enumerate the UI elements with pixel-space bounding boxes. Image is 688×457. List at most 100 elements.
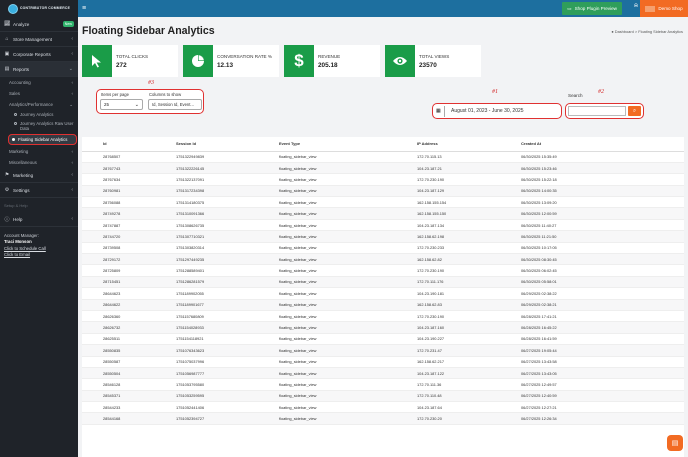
columns-to-show-label: Columns to show (149, 92, 182, 97)
table-cell: 172.70.230.190 (396, 173, 500, 186)
table-cell: 28739508 (82, 242, 155, 255)
column-header-session-id[interactable]: Session Id (155, 137, 258, 152)
breadcrumb[interactable]: ● Dashboard > Floating Sidebar Analytics (611, 29, 683, 34)
megaphone-icon: ⚑ (4, 172, 10, 178)
hamburger-menu-icon[interactable]: ≡ (82, 5, 94, 12)
sidebar-item-journey-analytics[interactable]: Journey Analytics (0, 110, 78, 119)
table-cell: 1751076343623 (155, 344, 258, 357)
column-header-created-at[interactable]: Created At (500, 137, 684, 152)
column-header-id[interactable]: Id (82, 137, 155, 152)
chat-widget-button[interactable]: ▤ (667, 435, 683, 451)
sidebar-sub-miscellaneous[interactable]: Miscellaneous ‹ (0, 157, 78, 168)
chevron-left-icon: ‹ (71, 187, 73, 193)
sidebar-sub-label: Journey Analytics Raw User Data (20, 121, 74, 131)
table-cell: 1751310091366 (155, 207, 258, 220)
search-input[interactable] (568, 106, 626, 116)
table-cell: floating_sidebar_view (258, 196, 396, 209)
table-cell: 06/29/2025 02:38:22 (500, 287, 684, 300)
table-cell: 1751303820314 (155, 242, 258, 255)
stat-conversation-rate: CONVERSATION RATE % 12.13 (183, 45, 279, 77)
new-badge: New (62, 21, 74, 27)
table-cell: 28550835 (82, 344, 155, 357)
table-row: 28550835 1751076343623 floating_sidebar_vi… (82, 344, 684, 357)
table-cell: floating_sidebar_view (258, 356, 396, 368)
table-cell: 06/28/2025 17:41:21 (500, 310, 684, 323)
table-cell: 1751288589401 (155, 264, 258, 277)
table-cell: 172.70.230.20 (396, 412, 500, 425)
sidebar-sub-analytics-performance[interactable]: Analytics/Performance ⌄ (0, 99, 78, 110)
search-button[interactable]: ⌕ (628, 106, 641, 116)
main-content: Floating Sidebar Analytics ● Dashboard >… (78, 17, 688, 457)
sidebar-sub-label: Sales (9, 91, 20, 96)
table-options-box: Items per page Columns to show 25 ⌄ Id, … (96, 89, 204, 114)
table-cell: floating_sidebar_view (258, 390, 396, 403)
columns-to-show-value: Id, Session Id, Event... (152, 102, 194, 107)
shop-plugin-preview-button[interactable]: ▭ Shop Plugin Preview (562, 2, 622, 15)
table-cell: 06/29/2025 02:38:21 (500, 299, 684, 311)
table-cell: 06/27/2025 12:26:34 (500, 412, 684, 425)
table-cell: 172.70.111.176 (396, 276, 500, 289)
date-range-value: August 01, 2023 - June 30, 2025 (451, 108, 524, 114)
table-row: 28550504 1751056987777 floating_sidebar_vi… (82, 367, 684, 380)
column-header-ip-address[interactable]: IP Address (396, 137, 500, 152)
table-cell: 06/30/2025 06:02:45 (500, 264, 684, 277)
sidebar-sub-label: Analytics/Performance (9, 102, 53, 107)
bell-icon[interactable]: ⍾ (634, 3, 638, 10)
table-cell: floating_sidebar_view (258, 207, 396, 220)
stat-label: REVENUE (318, 53, 341, 59)
sidebar-item-help[interactable]: ⓘ Help ‹ (0, 212, 78, 227)
table-cell: floating_sidebar_view (258, 162, 396, 175)
monitor-icon: ▭ (567, 5, 572, 11)
column-header-event-type[interactable]: Event Type (258, 137, 396, 152)
sidebar-sub-accounting[interactable]: Accounting ‹ (0, 77, 78, 88)
shop-plugin-preview-label: Shop Plugin Preview (574, 6, 617, 11)
table-cell: floating_sidebar_view (258, 310, 396, 323)
sidebar-sub-label: Floating Sidebar Analytics (18, 137, 68, 142)
table-cell: 06/30/2025 11:40:27 (500, 219, 684, 232)
sidebar-item-corporate-reports[interactable]: ▣ Corporate Reports ‹ (0, 47, 78, 62)
items-per-page-value: 25 (104, 102, 109, 107)
table-cell: floating_sidebar_view (258, 378, 396, 391)
sidebar-sub-marketing[interactable]: Marketing ‹ (0, 146, 78, 157)
sidebar-item-floating-sidebar-analytics[interactable]: Floating Sidebar Analytics (8, 134, 77, 145)
items-per-page-select[interactable]: 25 ⌄ (100, 99, 143, 110)
table-row: 28756088 1751314180375 floating_sidebar_vi… (82, 196, 684, 209)
help-icon: ⓘ (4, 216, 10, 223)
sidebar-item-settings[interactable]: ⚙ Settings ‹ (0, 183, 78, 198)
date-range-picker[interactable]: ▦ August 01, 2023 - June 30, 2025 (432, 103, 562, 119)
shop-name: Demo Shop (658, 6, 683, 11)
email-link[interactable]: Click to Email (4, 252, 74, 258)
table-cell: 06/27/2025 13:43:58 (500, 356, 684, 368)
sidebar-item-marketing[interactable]: ⚑ Marketing ‹ (0, 168, 78, 183)
sidebar-item-journey-analytics-raw[interactable]: Journey Analytics Raw User Data (0, 119, 78, 133)
table-row: 28760981 1751317234398 floating_sidebar_vi… (82, 185, 684, 198)
chevron-down-icon: ⌄ (69, 101, 73, 107)
sidebar-item-analyze[interactable]: 📈︎ Analyze New (0, 17, 78, 32)
report-icon: ▤ (4, 66, 10, 72)
table-cell: 28544233 (82, 401, 155, 414)
sidebar-item-reports[interactable]: ▤ Reports ⌄ (0, 62, 78, 77)
table-row: 28767743 1751322226145 floating_sidebar_vi… (82, 162, 684, 175)
table-cell: 1751308626735 (155, 219, 258, 232)
table-cell: 162.158.62.82 (396, 253, 500, 266)
sidebar-sub-sales[interactable]: Sales ‹ (0, 88, 78, 99)
table-cell: floating_sidebar_view (258, 367, 396, 380)
table-row: 28545371 1751053259595 floating_sidebar_vi… (82, 390, 684, 403)
table-cell: 1751286281579 (155, 276, 258, 289)
chevron-left-icon: ‹ (71, 216, 73, 222)
shop-selector-button[interactable]: Demo Shop (640, 0, 688, 17)
table-cell: 104.23.187.122 (396, 367, 500, 380)
circle-icon (14, 122, 17, 125)
table-cell: floating_sidebar_view (258, 344, 396, 357)
search-label: Search (568, 93, 583, 98)
table-cell: floating_sidebar_view (258, 401, 396, 414)
logo[interactable]: CONTRIBUTOR COMMERCE (0, 0, 78, 17)
sidebar-item-store-management[interactable]: ⌂ Store Management ‹ (0, 32, 78, 47)
table-cell: 1751154028933 (155, 321, 258, 334)
sidebar: CONTRIBUTOR COMMERCE 📈︎ Analyze New ⌂ St… (0, 0, 78, 457)
table-cell: 06/27/2025 13:43:05 (500, 367, 684, 380)
table-cell: floating_sidebar_view (258, 253, 396, 266)
columns-to-show-select[interactable]: Id, Session Id, Event... (148, 99, 202, 110)
table-header-row: Id Session Id Event Type IP Address Crea… (82, 137, 684, 152)
table-cell: floating_sidebar_view (258, 230, 396, 243)
